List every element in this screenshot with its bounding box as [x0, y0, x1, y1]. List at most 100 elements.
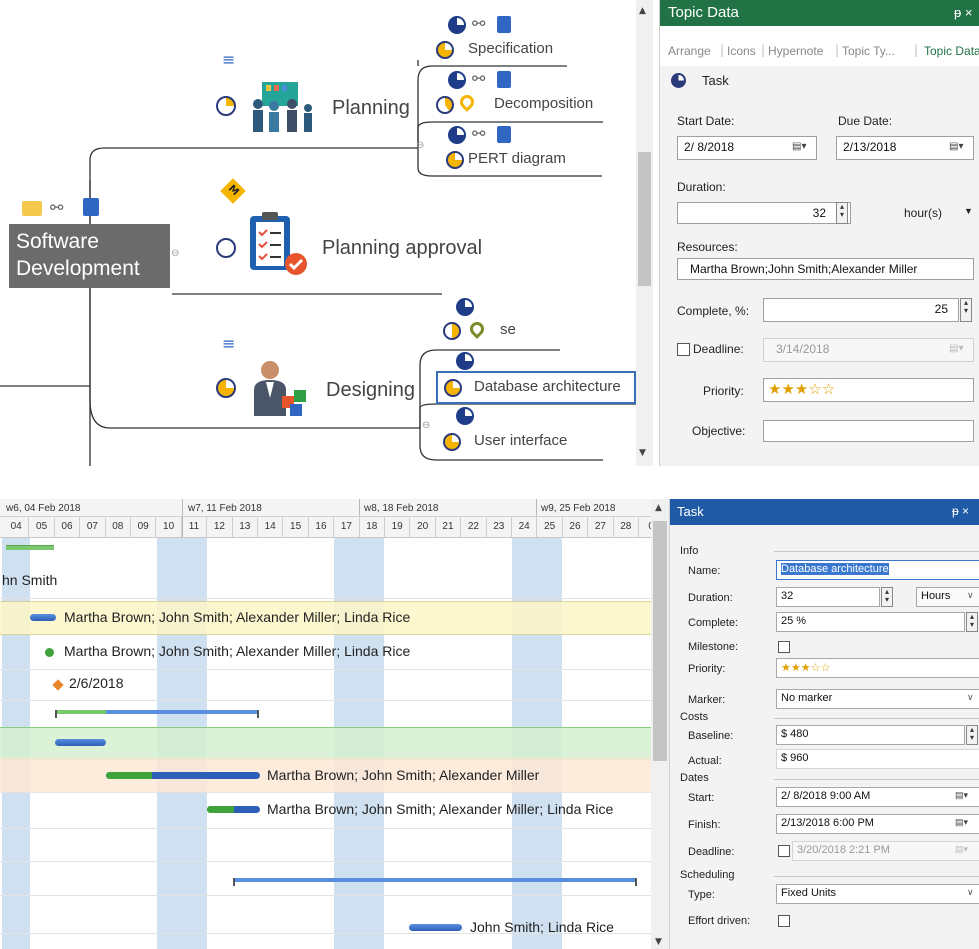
start-date-field[interactable]: 2/ 8/2018 ▤▾ [677, 136, 817, 160]
progress-clock-icon [436, 96, 454, 114]
calendar-dropdown-icon[interactable]: ▤▾ [955, 790, 968, 801]
tab-arrange[interactable]: Arrange [668, 44, 711, 58]
decomposition-topic[interactable]: Decomposition [494, 95, 593, 112]
start-field[interactable]: 2/ 8/2018 9:00 AM ▤▾ [776, 787, 979, 807]
mindmap-canvas[interactable]: ⚯ Software Development ⊖ ≡ Planning ⚯ Sp… [0, 0, 653, 466]
calendar-dropdown-icon[interactable]: ▤▾ [955, 817, 968, 828]
scroll-down-icon[interactable]: ▼ [639, 448, 646, 458]
summary-bar[interactable] [55, 710, 259, 714]
task-bar[interactable] [409, 924, 462, 931]
tab-topic-type[interactable]: Topic Ty... [842, 44, 895, 58]
finish-field[interactable]: 2/13/2018 6:00 PM ▤▾ [776, 814, 979, 834]
duration-unit-select[interactable]: Hours ∨ [916, 587, 979, 607]
objective-field[interactable] [763, 420, 974, 442]
note-icon [497, 16, 511, 33]
user-interface-topic[interactable]: User interface [474, 432, 567, 449]
task-bar[interactable] [55, 739, 106, 746]
collapse-icon[interactable]: ⊖ [422, 420, 430, 431]
type-select[interactable]: Fixed Units ∨ [776, 884, 979, 904]
complete-field[interactable]: 25 % [776, 612, 965, 632]
collapse-icon[interactable]: ⊖ [171, 248, 179, 259]
row-label: Martha Brown; John Smith; Alexander Mill… [64, 609, 411, 625]
section-divider [774, 718, 979, 719]
se-topic[interactable]: se [500, 321, 516, 338]
deadline-checkbox[interactable] [677, 343, 690, 356]
objective-label: Objective: [692, 424, 746, 438]
effort-driven-checkbox[interactable] [778, 915, 790, 927]
complete-label: Complete: [688, 617, 739, 629]
day-cell: 27 [588, 517, 614, 537]
central-topic[interactable]: Software Development [9, 224, 170, 288]
clock-icon [456, 407, 474, 425]
summary-bar[interactable] [233, 878, 637, 882]
duration-spinner[interactable]: ▴ ▾ [881, 587, 893, 607]
complete-spinner[interactable]: ▴ ▾ [960, 298, 972, 322]
duration-label: Duration: [688, 592, 733, 604]
day-cell: 16 [309, 517, 335, 537]
mindmap-scrollbar[interactable]: ▲ ▼ [636, 0, 653, 466]
calendar-dropdown-icon[interactable]: ▤▾ [955, 844, 968, 855]
row-label: hn Smith [2, 572, 58, 588]
section-divider [774, 876, 979, 877]
calendar-dropdown-icon[interactable]: ▤▾ [792, 141, 806, 152]
priority-field[interactable]: ★★★☆☆ [776, 658, 979, 678]
day-cell: 13 [233, 517, 258, 537]
due-date-field[interactable]: 2/13/2018 ▤▾ [836, 136, 974, 160]
scroll-up-icon[interactable]: ▲ [639, 6, 646, 16]
duration-field[interactable]: 32 [677, 202, 851, 224]
deadline-checkbox[interactable] [778, 845, 790, 857]
summary-bar[interactable] [6, 545, 54, 550]
task-bar[interactable] [207, 806, 260, 813]
row-label: Martha Brown; John Smith; Alexander Mill… [267, 767, 540, 783]
name-field[interactable]: Database architecture [776, 560, 979, 580]
scroll-down-icon[interactable]: ▼ [655, 937, 662, 947]
calendar-dropdown-icon[interactable]: ▤▾ [949, 141, 963, 152]
designer-illustration [246, 358, 312, 416]
task-dot[interactable] [45, 648, 54, 657]
calendar-dropdown-icon[interactable]: ▤▾ [949, 343, 963, 354]
pin-close-icon[interactable]: ᵽ × [954, 5, 972, 20]
deadline-field[interactable]: 3/20/2018 2:21 PM ▤▾ [792, 841, 979, 861]
gantt-row[interactable] [0, 700, 651, 728]
scroll-thumb[interactable] [638, 152, 651, 286]
duration-unit-select[interactable]: hour(s) ▼ [860, 202, 974, 224]
scroll-thumb[interactable] [653, 521, 667, 761]
pert-topic[interactable]: PERT diagram [468, 150, 566, 167]
tab-icons[interactable]: Icons [727, 44, 756, 58]
priority-field[interactable]: ★★★☆☆ [763, 378, 974, 402]
planning-topic[interactable]: Planning [332, 97, 410, 120]
milestone-checkbox[interactable] [778, 641, 790, 653]
designing-topic[interactable]: Designing [326, 379, 415, 402]
checklist-icon [248, 212, 308, 276]
tab-hypernote[interactable]: Hypernote [768, 44, 823, 58]
duration-field[interactable]: 32 [776, 587, 880, 607]
priority-label: Priority: [688, 663, 726, 675]
actual-field: $ 960 [776, 749, 979, 769]
complete-field[interactable]: 25 [763, 298, 959, 322]
task-bar[interactable] [106, 772, 260, 779]
marker-select[interactable]: No marker ∨ [776, 689, 979, 709]
specification-topic[interactable]: Specification [468, 40, 553, 57]
scroll-up-icon[interactable]: ▲ [655, 503, 662, 513]
complete-spinner[interactable]: ▴ ▾ [966, 612, 978, 632]
duration-spinner[interactable]: ▴ ▾ [836, 202, 848, 224]
baseline-spinner[interactable]: ▴ ▾ [966, 725, 978, 745]
link-icon: ⚯ [50, 198, 64, 217]
gantt-row[interactable] [0, 564, 651, 599]
deadline-field[interactable]: 3/14/2018 ▤▾ [763, 338, 974, 362]
database-topic[interactable]: Database architecture [436, 371, 636, 404]
due-date-label: Due Date: [838, 114, 893, 128]
baseline-field[interactable]: $ 480 [776, 725, 965, 745]
gantt-chart[interactable]: w6, 04 Feb 2018 w7, 11 Feb 2018 w8, 18 F… [0, 499, 669, 949]
planning-approval-topic[interactable]: Planning approval [322, 237, 482, 260]
gantt-row[interactable] [0, 828, 651, 862]
row-label: Martha Brown; John Smith; Alexander Mill… [64, 643, 411, 659]
topic-data-tabs: Arrange | Icons | Hypernote | Topic Ty..… [660, 26, 979, 67]
collapse-icon[interactable]: ⊖ [416, 140, 424, 151]
finish-label: Finish: [688, 819, 721, 831]
pin-close-icon[interactable]: ᵽ × [952, 504, 969, 518]
tab-topic-data[interactable]: Topic Data [924, 44, 979, 58]
resources-field[interactable]: Martha Brown;John Smith;Alexander Miller [677, 258, 974, 280]
gantt-scrollbar[interactable]: ▲ ▼ [651, 499, 669, 949]
task-bar[interactable] [30, 614, 56, 621]
